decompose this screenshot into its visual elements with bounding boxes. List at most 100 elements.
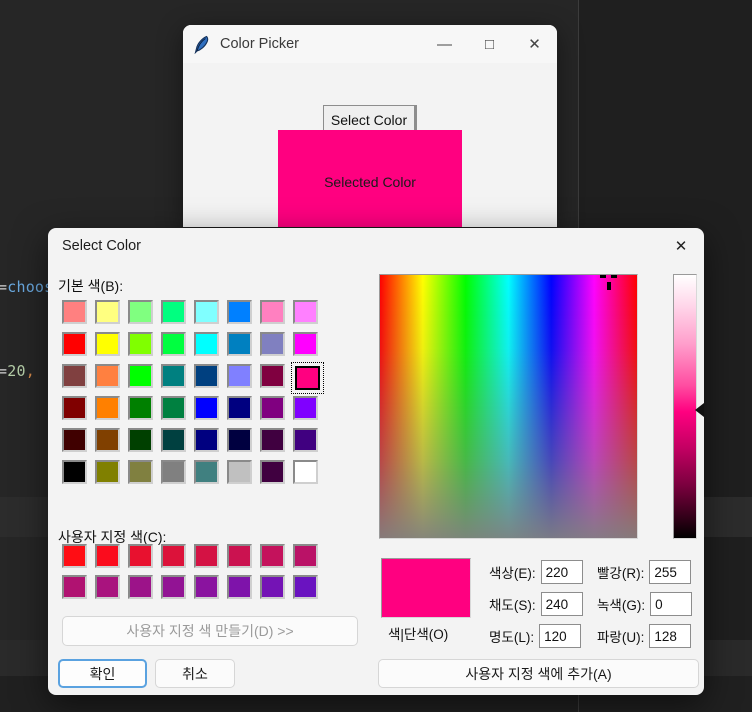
color-swatch-fill	[62, 364, 87, 388]
color-swatch[interactable]	[126, 394, 159, 426]
color-swatch[interactable]	[126, 542, 159, 573]
color-swatch[interactable]	[258, 394, 291, 426]
color-swatch[interactable]	[192, 394, 225, 426]
field-luminance-label: 명도(L):	[489, 630, 535, 645]
color-swatch[interactable]	[60, 573, 93, 604]
field-luminance-input[interactable]: 120	[539, 624, 582, 648]
color-swatch[interactable]	[258, 573, 291, 604]
field-luminance: 명도(L): 120	[489, 624, 582, 648]
color-picker-window: Color Picker — □ ✕ Select Color Selected…	[183, 25, 557, 227]
color-swatch[interactable]	[60, 458, 93, 490]
hue-saturation-field[interactable]	[379, 274, 638, 539]
color-swatch[interactable]	[159, 458, 192, 490]
color-swatch[interactable]	[126, 573, 159, 604]
color-swatch[interactable]	[225, 426, 258, 458]
make-custom-colors-button[interactable]: 사용자 지정 색 만들기(D) >>	[62, 616, 358, 646]
color-swatch[interactable]	[291, 394, 324, 426]
color-swatch-fill	[128, 396, 153, 420]
color-swatch[interactable]	[159, 330, 192, 362]
color-swatch[interactable]	[258, 298, 291, 330]
color-swatch[interactable]	[192, 330, 225, 362]
color-swatch[interactable]	[225, 330, 258, 362]
color-swatch[interactable]	[93, 362, 126, 394]
color-swatch[interactable]	[192, 362, 225, 394]
color-swatch[interactable]	[291, 298, 324, 330]
color-swatch-fill	[128, 575, 153, 599]
color-swatch[interactable]	[225, 542, 258, 573]
color-swatch-fill	[128, 544, 153, 568]
add-to-custom-colors-button[interactable]: 사용자 지정 색에 추가(A)	[378, 659, 699, 688]
color-swatch[interactable]	[291, 330, 324, 362]
color-swatch[interactable]	[60, 362, 93, 394]
custom-colors-grid[interactable]	[60, 542, 324, 604]
close-button[interactable]: ✕	[512, 25, 557, 63]
color-swatch[interactable]	[60, 542, 93, 573]
color-swatch[interactable]	[159, 542, 192, 573]
selected-color-label: Selected Color	[324, 174, 416, 190]
screen: =choos =20, Color Picker — □ ✕ Select Co…	[0, 0, 752, 712]
color-swatch[interactable]	[192, 458, 225, 490]
color-swatch[interactable]	[192, 426, 225, 458]
window-controls: — □ ✕	[422, 25, 557, 63]
color-swatch[interactable]	[192, 573, 225, 604]
color-swatch[interactable]	[291, 362, 324, 394]
luminance-slider[interactable]	[673, 274, 697, 539]
color-swatch[interactable]	[60, 330, 93, 362]
field-hue: 색상(E): 220	[489, 560, 583, 584]
color-swatch[interactable]	[192, 542, 225, 573]
color-swatch[interactable]	[93, 573, 126, 604]
color-swatch[interactable]	[93, 542, 126, 573]
color-swatch[interactable]	[60, 394, 93, 426]
color-swatch[interactable]	[225, 394, 258, 426]
color-swatch[interactable]	[225, 362, 258, 394]
select-color-titlebar[interactable]: Select Color ✕	[48, 228, 704, 266]
field-green: 녹색(G): 0	[597, 592, 693, 616]
color-swatch[interactable]	[126, 298, 159, 330]
color-swatch[interactable]	[258, 426, 291, 458]
field-saturation-input[interactable]: 240	[540, 592, 583, 616]
color-swatch[interactable]	[291, 542, 324, 573]
color-swatch[interactable]	[126, 458, 159, 490]
color-swatch[interactable]	[126, 426, 159, 458]
field-red-input[interactable]: 255	[649, 560, 692, 584]
ok-button[interactable]: 확인	[58, 659, 147, 688]
color-swatch[interactable]	[258, 362, 291, 394]
minimize-button[interactable]: —	[422, 25, 467, 63]
color-swatch[interactable]	[159, 298, 192, 330]
color-swatch[interactable]	[93, 458, 126, 490]
color-swatch[interactable]	[258, 542, 291, 573]
color-swatch[interactable]	[93, 298, 126, 330]
color-swatch[interactable]	[126, 330, 159, 362]
color-swatch[interactable]	[225, 458, 258, 490]
color-swatch[interactable]	[126, 362, 159, 394]
color-swatch[interactable]	[159, 362, 192, 394]
basic-colors-grid[interactable]	[60, 298, 324, 490]
color-swatch[interactable]	[291, 426, 324, 458]
cancel-button[interactable]: 취소	[155, 659, 235, 688]
color-swatch[interactable]	[159, 573, 192, 604]
color-swatch[interactable]	[60, 298, 93, 330]
color-swatch[interactable]	[258, 458, 291, 490]
color-swatch[interactable]	[291, 458, 324, 490]
color-swatch[interactable]	[291, 573, 324, 604]
color-swatch-fill	[260, 396, 285, 420]
close-icon[interactable]: ✕	[658, 228, 704, 264]
field-hue-input[interactable]: 220	[540, 560, 583, 584]
color-swatch-fill	[128, 460, 153, 484]
maximize-button[interactable]: □	[467, 25, 512, 63]
color-swatch[interactable]	[225, 573, 258, 604]
field-saturation: 채도(S): 240	[489, 592, 583, 616]
color-swatch-fill	[62, 428, 87, 452]
color-swatch[interactable]	[93, 394, 126, 426]
color-swatch[interactable]	[93, 426, 126, 458]
color-swatch[interactable]	[192, 298, 225, 330]
color-swatch[interactable]	[93, 330, 126, 362]
color-swatch[interactable]	[225, 298, 258, 330]
field-blue-input[interactable]: 128	[649, 624, 692, 648]
color-swatch[interactable]	[258, 330, 291, 362]
color-swatch[interactable]	[159, 426, 192, 458]
color-picker-titlebar[interactable]: Color Picker — □ ✕	[183, 25, 557, 63]
field-green-input[interactable]: 0	[650, 592, 693, 616]
color-swatch[interactable]	[60, 426, 93, 458]
color-swatch[interactable]	[159, 394, 192, 426]
